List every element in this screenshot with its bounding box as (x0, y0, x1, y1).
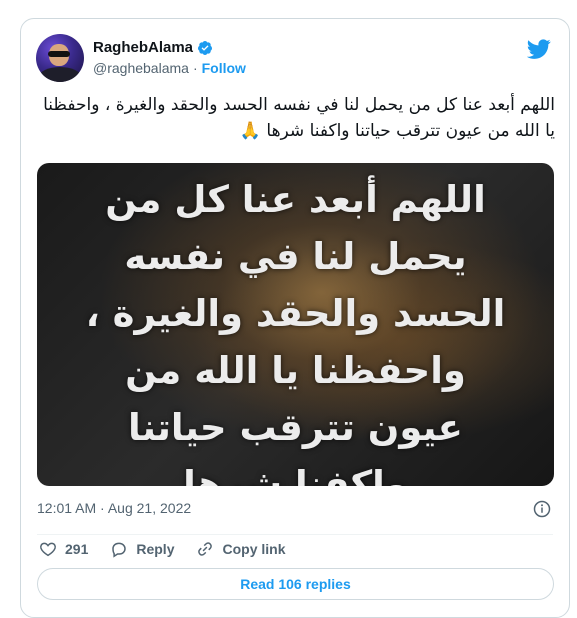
heart-icon (40, 542, 56, 557)
tweet-timestamp[interactable]: 12:01 AM · Aug 21, 2022 (37, 500, 191, 516)
author-handle[interactable]: @raghebalama (93, 60, 189, 76)
tweet-actions: 291 Reply Copy link (39, 540, 308, 558)
copy-link-button[interactable]: Copy link (196, 540, 286, 558)
author-name-row: RaghebAlama (93, 39, 213, 56)
like-button[interactable]: 291 (39, 540, 88, 558)
tweet-date: Aug 21, 2022 (107, 500, 192, 516)
reply-label: Reply (136, 541, 175, 557)
follow-button[interactable]: Follow (202, 60, 246, 76)
divider (37, 534, 553, 535)
reply-bubble-icon (112, 542, 127, 558)
twitter-bird-icon[interactable] (527, 37, 551, 61)
read-replies-button[interactable]: Read 106 replies (37, 568, 554, 600)
author-display-name[interactable]: RaghebAlama (93, 39, 193, 56)
verified-badge-icon (198, 40, 213, 55)
like-count: 291 (65, 541, 89, 557)
tweet-image-text: اللهم أبعد عنا كل من يحمل لنا في نفسه ال… (85, 178, 506, 486)
info-icon[interactable] (533, 500, 551, 518)
tweet-card: RaghebAlama @raghebalama · Follow اللهم … (20, 18, 570, 618)
tweet-time: 12:01 AM (37, 500, 97, 516)
handle-separator: · (192, 60, 198, 76)
copy-link-label: Copy link (222, 541, 286, 557)
author-handle-row: @raghebalama · Follow (93, 60, 246, 76)
link-icon (198, 542, 213, 556)
tweet-text: اللهم أبعد عنا كل من يحمل لنا في نفسه ال… (43, 95, 555, 141)
tweet-image[interactable]: اللهم أبعد عنا كل من يحمل لنا في نفسه ال… (37, 163, 554, 486)
timestamp-separator: · (100, 500, 105, 516)
reply-button[interactable]: Reply (110, 540, 174, 558)
avatar[interactable] (36, 34, 84, 82)
